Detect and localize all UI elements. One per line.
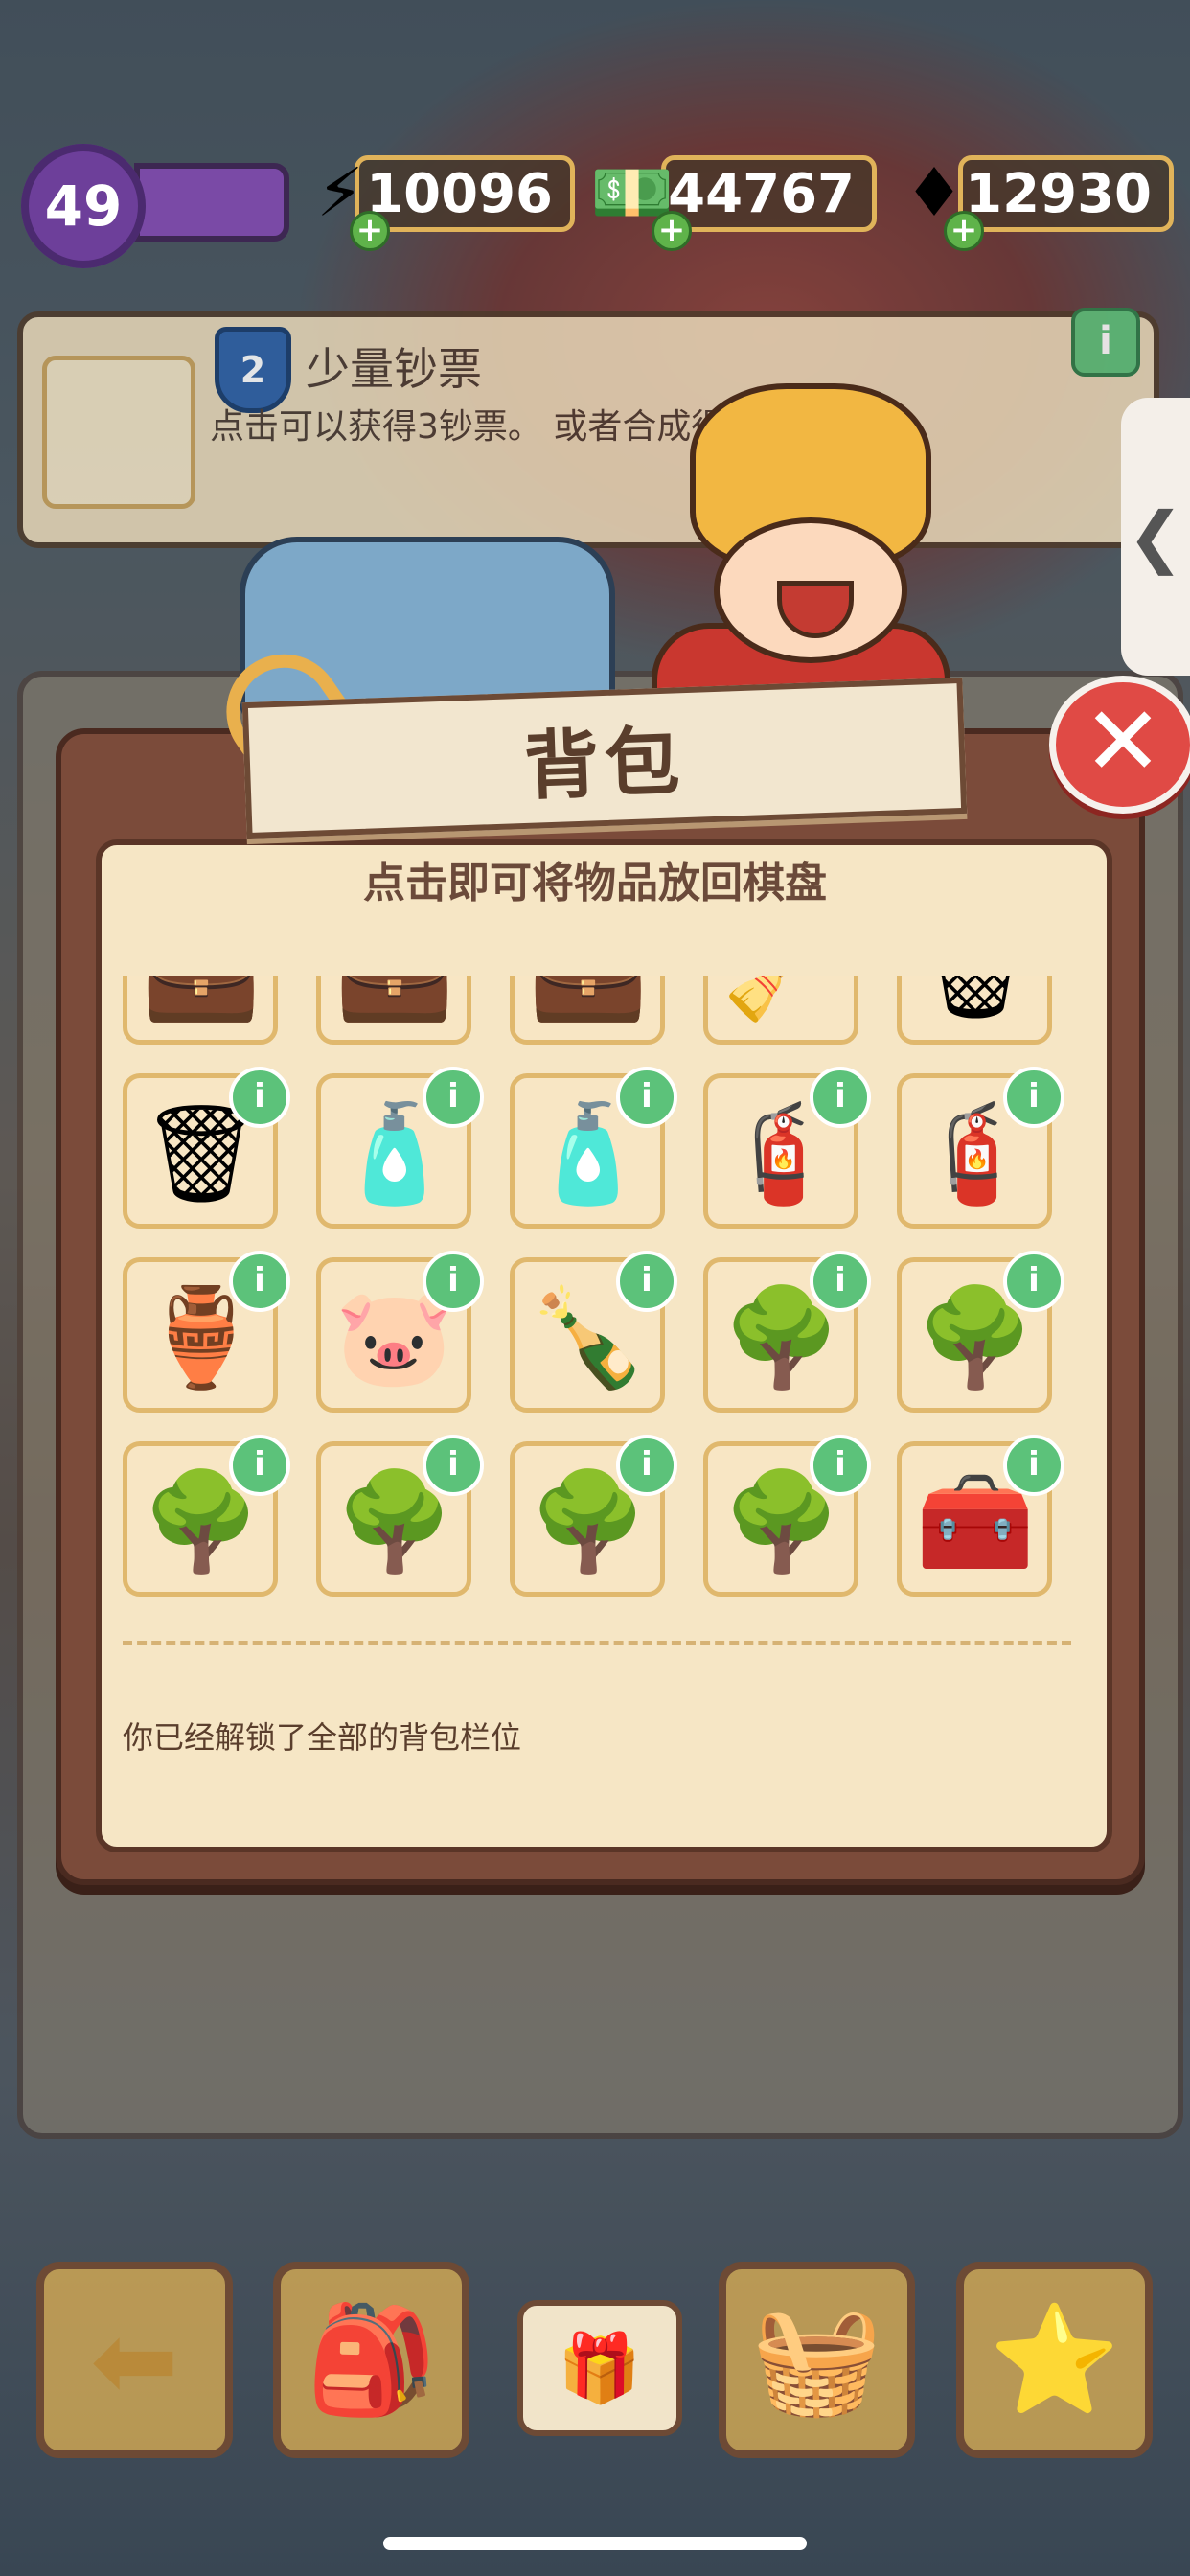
item-title: 少量钞票 — [306, 343, 482, 395]
backpack-slot[interactable]: 🌳 i — [897, 1251, 1064, 1413]
backpack-slot[interactable]: 💼i — [510, 976, 665, 1045]
backpack-slot[interactable]: 🧯 i — [897, 1067, 1064, 1229]
star-note-icon: ⭐ — [989, 2298, 1120, 2421]
grid-divider — [123, 1641, 1071, 1645]
side-panel-tab[interactable]: ❮ — [1121, 398, 1190, 676]
info-badge-icon[interactable]: i — [423, 1251, 484, 1312]
level-value: 49 — [44, 173, 123, 239]
info-badge-icon[interactable]: i — [810, 1067, 871, 1128]
info-badge-icon[interactable]: i — [810, 1251, 871, 1312]
level-progress-bar — [134, 163, 289, 242]
chevron-left-icon: ❮ — [1127, 497, 1184, 576]
mascot-character — [556, 383, 958, 740]
info-badge-icon[interactable]: i — [229, 1067, 290, 1128]
item-level-value: 2 — [240, 349, 266, 391]
gift-box-button[interactable]: 🎁 — [517, 2300, 682, 2436]
info-badge-icon[interactable]: i — [810, 1435, 871, 1496]
basket-button[interactable]: 🧺 — [719, 2262, 915, 2458]
level-badge[interactable]: 49 — [21, 144, 146, 268]
backpack-slot[interactable]: 🌳 i — [316, 1435, 484, 1597]
info-badge-icon[interactable]: i — [616, 1435, 677, 1496]
backpack-title-banner: 背包 — [241, 677, 968, 840]
cash-item-thumbnail — [42, 356, 195, 509]
info-badge-icon[interactable]: i — [1003, 1251, 1064, 1312]
brown-bag-icon: 💼 — [332, 976, 457, 1032]
cash-counter[interactable]: 544767 — [630, 155, 877, 232]
close-button[interactable]: ✕ — [1049, 676, 1190, 814]
gift-box-icon: 🎁 — [558, 2328, 642, 2407]
backpack-slot[interactable]: 🌳 i — [703, 1251, 871, 1413]
mop-icon: 🧹 — [720, 976, 844, 1032]
backpack-slot[interactable]: 🍾 i — [510, 1251, 677, 1413]
backpack-slot[interactable]: 🧯 i — [703, 1067, 871, 1229]
add-energy-button[interactable]: + — [350, 211, 390, 251]
backpack-slot[interactable]: 🌳 i — [510, 1435, 677, 1597]
backpack-slot[interactable]: 💼i — [316, 976, 471, 1045]
add-cash-button[interactable]: + — [652, 211, 692, 251]
backpack-button[interactable]: 🎒 — [273, 2262, 469, 2458]
home-indicator[interactable] — [383, 2537, 807, 2550]
info-badge-icon[interactable]: i — [423, 1435, 484, 1496]
info-badge-icon[interactable]: i — [1003, 1067, 1064, 1128]
bottom-toolbar: ⬅ 🎒 🎁 🧺 ⭐ — [0, 2262, 1190, 2472]
info-badge-icon[interactable]: i — [616, 1251, 677, 1312]
backpack-grid[interactable]: 💼i💼i💼i🧹i🗑i🗑i🧴i🧴i🧯i🧯i🏺i🐷i🍾i🌳i🌳i🌳i🌳i🌳i🌳i🧰i — [123, 976, 1071, 1632]
backpack-slot[interactable]: 🌳 i — [123, 1435, 290, 1597]
mascot-mouth — [777, 581, 854, 638]
slots-unlocked-text: 你已经解锁了全部的背包栏位 — [123, 1719, 522, 1756]
backpack-slot[interactable]: 🗑i — [897, 976, 1052, 1045]
info-badge-icon[interactable]: i — [229, 1251, 290, 1312]
mascot-face — [714, 518, 907, 663]
status-bar: 49 10096 ⚡ + 544767 💵 + 12930 ♦ + — [0, 144, 1190, 268]
backpack-slot[interactable]: 🗑i — [123, 1067, 290, 1229]
brown-bag-icon: 💼 — [139, 976, 263, 1032]
info-badge-icon[interactable]: i — [1003, 1435, 1064, 1496]
back-button[interactable]: ⬅ — [36, 2262, 233, 2458]
backpack-title: 背包 — [522, 719, 687, 811]
arrow-left-icon: ⬅ — [90, 2298, 179, 2422]
brown-bag-icon: 💼 — [526, 976, 651, 1032]
info-badge-icon[interactable]: i — [229, 1435, 290, 1496]
trash-bin-icon: 🗑 — [913, 976, 1038, 1032]
backpack-slot[interactable]: 🧴 i — [316, 1067, 484, 1229]
gem-value: 12930 — [965, 162, 1152, 225]
energy-value: 10096 — [366, 162, 553, 225]
backpack-slot[interactable]: 🐷 i — [316, 1251, 484, 1413]
backpack-slot[interactable]: 💼i — [123, 976, 278, 1045]
gem-counter[interactable]: 12930 — [958, 155, 1174, 232]
tasks-button[interactable]: ⭐ — [956, 2262, 1153, 2458]
backpack-slot[interactable]: 🧹i — [703, 976, 858, 1045]
add-gems-button[interactable]: + — [944, 211, 984, 251]
backpack-slot[interactable]: 🧴 i — [510, 1067, 677, 1229]
backpack-icon: 🎒 — [306, 2298, 437, 2421]
backpack-slot[interactable]: 🌳 i — [703, 1435, 871, 1597]
info-badge-icon[interactable]: i — [616, 1067, 677, 1128]
backpack-slot[interactable]: 🏺 i — [123, 1251, 290, 1413]
item-info-button[interactable]: i — [1071, 308, 1140, 377]
energy-counter[interactable]: 10096 — [355, 155, 575, 232]
info-badge-icon[interactable]: i — [423, 1067, 484, 1128]
basket-icon: 🧺 — [751, 2298, 882, 2421]
backpack-hint: 点击即可将物品放回棋盘 — [363, 859, 827, 908]
backpack-slot[interactable]: 🧰 i — [897, 1435, 1064, 1597]
